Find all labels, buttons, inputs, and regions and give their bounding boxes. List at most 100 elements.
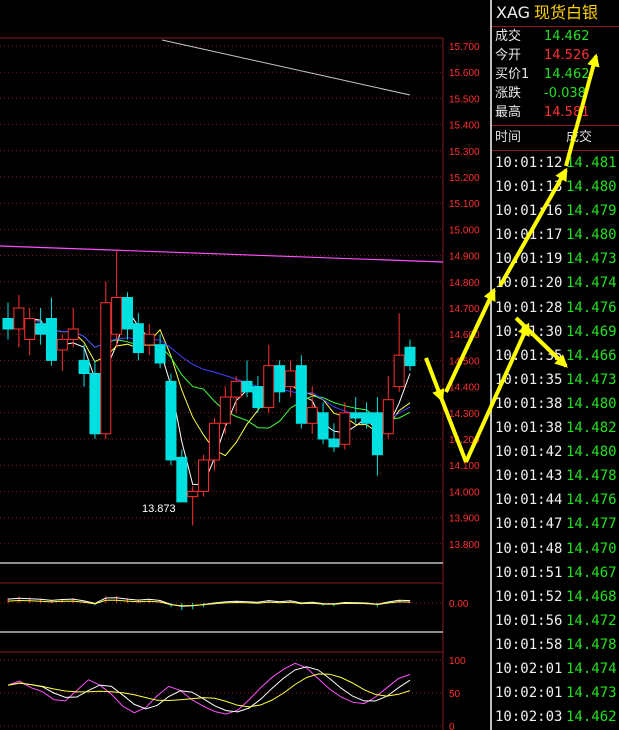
price-tick-label: 14.000: [449, 487, 480, 498]
candle-body: [295, 365, 307, 424]
tick-row[interactable]: 10:01:47 14.477: [492, 512, 619, 536]
tick-row[interactable]: 10:01:42 14.480: [492, 440, 619, 464]
price-tick-label: 14.100: [449, 461, 480, 472]
trend-line: [161, 39, 411, 96]
quote-row: 成交 14.462: [492, 27, 619, 46]
tick-row[interactable]: 10:01:52 14.468: [492, 585, 619, 609]
price-tick-label: 15.200: [449, 173, 480, 184]
oscillator-d-line: [7, 666, 411, 713]
tick-row[interactable]: 10:01:20 14.474: [492, 271, 619, 295]
quote-side-panel: XAG 现货白银 成交 14.462 今开 14.526 买价1 14.462 涨跌 -0.03…: [490, 0, 619, 730]
tick-time: 10:01:48: [495, 540, 563, 557]
tick-row[interactable]: 10:01:13 14.480: [492, 175, 619, 199]
tick-price: 14.469: [566, 323, 617, 340]
tick-row[interactable]: 10:01:43 14.478: [492, 464, 619, 488]
price-tick-label: 14.600: [449, 330, 480, 341]
tick-price: 14.480: [566, 227, 617, 244]
tick-table[interactable]: 10:01:12 14.481 10:01:13 14.480 10:01:16 14.4…: [492, 151, 619, 729]
candle-body: [393, 354, 405, 388]
quote-label: 今开: [495, 48, 522, 63]
chart-grid: [0, 37, 444, 730]
price-tick-label: 14.700: [449, 304, 480, 315]
candle-body: [45, 317, 57, 361]
candle-body: [111, 297, 123, 335]
tick-price: 14.462: [566, 709, 617, 726]
tick-row[interactable]: 10:01:58 14.478: [492, 633, 619, 657]
tick-time: 10:01:12: [495, 155, 563, 171]
candle-body: [274, 365, 286, 393]
tick-row[interactable]: 10:01:12 14.481: [492, 151, 619, 175]
candle-body: [371, 412, 383, 456]
candle-body: [339, 412, 351, 445]
tick-row[interactable]: 10:01:44 14.476: [492, 488, 619, 512]
tick-row[interactable]: 10:01:38 14.480: [492, 392, 619, 416]
candle-body: [230, 380, 242, 398]
tick-row[interactable]: 10:01:48 14.470: [492, 537, 619, 561]
quote-row: 买价1 14.462: [492, 65, 619, 84]
instrument-name: 现货白银: [534, 3, 599, 22]
macd-line: [7, 597, 411, 607]
candle-body: [2, 317, 14, 330]
tick-time: 10:01:35: [495, 371, 563, 388]
tick-row[interactable]: 10:01:38 14.482: [492, 416, 619, 440]
price-tick-label: 13.800: [449, 540, 480, 551]
tick-row[interactable]: 10:01:56 14.472: [492, 609, 619, 633]
price-tick-label: 13.900: [449, 514, 480, 525]
quote-row: 今开 14.526: [492, 46, 619, 65]
candle-body: [13, 307, 25, 330]
candle-body: [241, 380, 253, 393]
tick-time: 10:01:47: [495, 516, 563, 533]
tick-price: 14.468: [566, 588, 617, 605]
tick-row[interactable]: 10:01:35 14.466: [492, 344, 619, 368]
tick-price: 14.473: [566, 251, 617, 268]
price-tick-label: 14.500: [449, 356, 480, 367]
tick-price: 14.482: [566, 420, 617, 437]
tick-row[interactable]: 10:02:03 14.462: [492, 705, 619, 729]
col-time: 时间: [495, 130, 522, 145]
quote-row: 最高 14.581: [492, 103, 619, 122]
tick-time: 10:01:35: [495, 347, 563, 364]
tick-time: 10:01:38: [495, 395, 563, 412]
osc-tick-label: 50: [449, 689, 461, 700]
macd-panel: 0.00: [0, 595, 469, 611]
tick-price: 14.472: [566, 612, 617, 629]
tick-row[interactable]: 10:01:17 14.480: [492, 223, 619, 247]
tick-row[interactable]: 10:01:30 14.469: [492, 320, 619, 344]
tick-row[interactable]: 10:02:01 14.473: [492, 681, 619, 705]
tick-price: 14.466: [566, 347, 617, 364]
tick-price: 14.481: [566, 155, 617, 171]
candle-body: [35, 323, 47, 335]
tick-row[interactable]: 10:01:51 14.467: [492, 561, 619, 585]
tick-price: 14.476: [566, 492, 617, 509]
oscillator-k-line: [7, 662, 411, 715]
tick-row[interactable]: 10:01:16 14.479: [492, 199, 619, 223]
tick-row[interactable]: 10:01:19 14.473: [492, 247, 619, 271]
quote-value: 14.462: [544, 67, 590, 82]
macd-tick-label: 0.00: [449, 599, 469, 610]
instrument-header: XAG 现货白银: [492, 0, 619, 27]
tick-time: 10:02:01: [495, 685, 563, 702]
candle-body: [89, 373, 101, 435]
candle-body: [208, 422, 220, 461]
osc-tick-label: 100: [449, 656, 466, 667]
candle-body: [328, 438, 340, 448]
tick-time: 10:01:19: [495, 251, 563, 268]
candles: [2, 250, 416, 526]
tick-row[interactable]: 10:01:28 14.476: [492, 296, 619, 320]
candlestick-chart[interactable]: 15.700 15.600 15.500 15.400 15.300 15.200 15.1…: [0, 0, 490, 730]
tick-row[interactable]: 10:01:35 14.473: [492, 368, 619, 392]
candle-body: [154, 344, 166, 364]
tick-time: 10:01:56: [495, 612, 563, 629]
price-tick-label: 15.700: [449, 42, 480, 53]
tick-price: 14.467: [566, 564, 617, 581]
tick-price: 14.478: [566, 468, 617, 485]
quote-label: 涨跌: [495, 86, 522, 101]
tick-row[interactable]: 10:02:01 14.474: [492, 657, 619, 681]
candle-body: [219, 396, 231, 424]
quote-summary: 成交 14.462 今开 14.526 买价1 14.462 涨跌 -0.038 最高 14.58…: [492, 27, 619, 122]
col-price: 成交: [566, 130, 593, 145]
quote-label: 买价1: [495, 67, 530, 82]
price-tick-label: 14.400: [449, 383, 480, 394]
tick-time: 10:01:43: [495, 468, 563, 485]
price-tick-label: 14.200: [449, 435, 480, 446]
